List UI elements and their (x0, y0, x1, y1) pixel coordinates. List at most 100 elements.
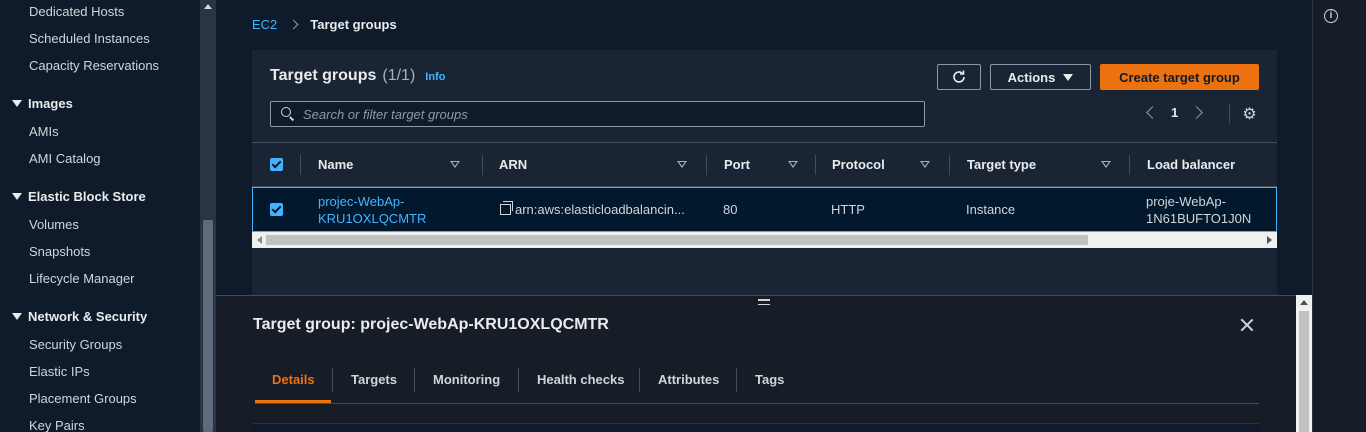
breadcrumb: EC2 Target groups (252, 17, 397, 32)
scroll-up-arrow-icon[interactable] (204, 4, 212, 9)
scrollbar-thumb[interactable] (1299, 311, 1309, 432)
split-panel-scrollbar[interactable] (1296, 295, 1312, 432)
column-divider (706, 155, 707, 175)
column-header-arn[interactable]: ARN (499, 143, 695, 186)
scrollbar-thumb[interactable] (266, 235, 1088, 245)
actions-dropdown-button[interactable]: Actions (990, 64, 1091, 90)
detail-panel-title: Target group: projec-WebAp-KRU1OXLQCMTR (253, 316, 609, 333)
divider (1229, 104, 1230, 124)
pagination: 1 (1146, 105, 1204, 120)
scroll-up-arrow-icon[interactable] (1300, 300, 1308, 305)
name-line: projec-WebAp- (318, 193, 405, 209)
port-cell: 80 (723, 202, 738, 217)
column-header-port[interactable]: Port (724, 143, 806, 186)
sidebar-section-images[interactable]: Images (12, 96, 73, 111)
tab-health-checks[interactable]: Health checks (537, 356, 624, 403)
sidebar-item-key-pairs[interactable]: Key Pairs (29, 418, 85, 432)
sidebar-item-capacity-reservations[interactable]: Capacity Reservations (29, 58, 159, 73)
select-all-checkbox[interactable] (270, 143, 284, 186)
tab-tags[interactable]: Tags (755, 356, 784, 403)
column-divider (815, 155, 816, 175)
target-groups-panel: Target groups (1/1) Info Actions Create … (252, 50, 1277, 295)
sidebar-section-label: Network & Security (28, 309, 148, 324)
sort-icon[interactable] (920, 161, 930, 168)
sort-icon[interactable] (450, 161, 460, 168)
previous-page-icon[interactable] (1146, 106, 1159, 119)
sidebar-item-dedicated-hosts[interactable]: Dedicated Hosts (29, 4, 124, 19)
sidebar-item-placement-groups[interactable]: Placement Groups (29, 391, 137, 406)
protocol-cell: HTTP (831, 202, 865, 217)
create-target-group-button[interactable]: Create target group (1100, 64, 1259, 90)
tab-details[interactable]: Details (272, 356, 315, 403)
column-divider (300, 155, 301, 175)
column-label: Port (724, 157, 750, 172)
scroll-right-arrow-icon[interactable] (1267, 236, 1272, 244)
actions-label: Actions (1007, 69, 1056, 85)
tab-monitoring[interactable]: Monitoring (433, 356, 500, 403)
caret-down-icon (12, 100, 22, 107)
tab-attributes[interactable]: Attributes (658, 356, 719, 403)
info-icon[interactable]: i (1324, 9, 1338, 23)
load-balancer-cell: proje-WebAp- 1N61BUFTO1J0N (1146, 188, 1271, 231)
breadcrumb-current: Target groups (310, 17, 397, 32)
column-header-name[interactable]: Name (318, 143, 468, 186)
next-page-icon[interactable] (1190, 106, 1204, 119)
gear-icon[interactable]: ⚙ (1242, 107, 1257, 123)
sidebar-item-lifecycle-manager[interactable]: Lifecycle Manager (29, 271, 135, 286)
sidebar-section-ebs[interactable]: Elastic Block Store (12, 189, 146, 204)
target-group-name-link[interactable]: projec-WebAp- KRU1OXLQCMTR (318, 188, 468, 231)
tab-targets[interactable]: Targets (351, 356, 397, 403)
table-row[interactable]: projec-WebAp- KRU1OXLQCMTR arn:aws:elasti… (252, 187, 1277, 232)
detail-tabs: Details Targets Monitoring Health checks… (255, 356, 1259, 404)
sidebar-section-label: Images (28, 96, 73, 111)
breadcrumb-ec2-link[interactable]: EC2 (252, 17, 277, 32)
search-placeholder: Search or filter target groups (303, 106, 468, 122)
current-page-number[interactable]: 1 (1171, 105, 1178, 120)
sidebar-scrollbar[interactable] (200, 0, 216, 432)
tab-divider (332, 368, 333, 392)
sidebar-item-ami-catalog[interactable]: AMI Catalog (29, 151, 101, 166)
sidebar-section-network-security[interactable]: Network & Security (12, 309, 147, 324)
tab-divider (639, 368, 640, 392)
page-title: Target groups (270, 67, 377, 84)
tab-divider (518, 368, 519, 392)
sort-icon[interactable] (788, 161, 798, 168)
help-rail: i (1312, 0, 1366, 432)
tab-divider (736, 368, 737, 392)
column-label: Target type (967, 157, 1037, 172)
column-label: Name (318, 157, 354, 172)
details-container (253, 423, 1259, 432)
sidebar-nav: Dedicated Hosts Scheduled Instances Capa… (0, 0, 200, 432)
scroll-left-arrow-icon[interactable] (257, 236, 262, 244)
table-header: Name ARN Port Protocol Target type Load … (252, 142, 1277, 187)
sidebar-scrollbar-thumb[interactable] (203, 220, 213, 432)
copy-icon[interactable] (500, 201, 513, 215)
sort-icon[interactable] (677, 161, 687, 168)
column-label: Protocol (832, 157, 885, 172)
sidebar-item-volumes[interactable]: Volumes (29, 217, 79, 232)
sidebar-item-amis[interactable]: AMIs (29, 124, 59, 139)
column-header-protocol[interactable]: Protocol (832, 143, 938, 186)
column-label: Load balancer (1147, 157, 1236, 172)
column-divider (949, 155, 950, 175)
resize-handle-icon[interactable] (758, 299, 770, 308)
close-icon[interactable] (1240, 318, 1254, 332)
lb-line: 1N61BUFTO1J0N (1146, 210, 1252, 226)
sidebar-item-scheduled-instances[interactable]: Scheduled Instances (29, 31, 150, 46)
column-header-load-balancer[interactable]: Load balancer (1147, 143, 1267, 186)
sidebar-item-elastic-ips[interactable]: Elastic IPs (29, 364, 90, 379)
info-link[interactable]: Info (425, 71, 445, 83)
sidebar-item-security-groups[interactable]: Security Groups (29, 337, 122, 352)
column-divider (482, 155, 483, 175)
column-label: ARN (499, 157, 528, 172)
refresh-button[interactable] (937, 64, 981, 90)
row-checkbox[interactable] (270, 188, 283, 231)
caret-down-icon (12, 313, 22, 320)
details-split-panel: Target group: projec-WebAp-KRU1OXLQCMTR … (216, 295, 1296, 432)
table-horizontal-scrollbar[interactable] (252, 232, 1277, 248)
search-input[interactable]: Search or filter target groups (270, 101, 925, 127)
sidebar-section-label: Elastic Block Store (28, 189, 146, 204)
sidebar-item-snapshots[interactable]: Snapshots (29, 244, 90, 259)
column-header-target-type[interactable]: Target type (967, 143, 1119, 186)
sort-icon[interactable] (1101, 161, 1111, 168)
